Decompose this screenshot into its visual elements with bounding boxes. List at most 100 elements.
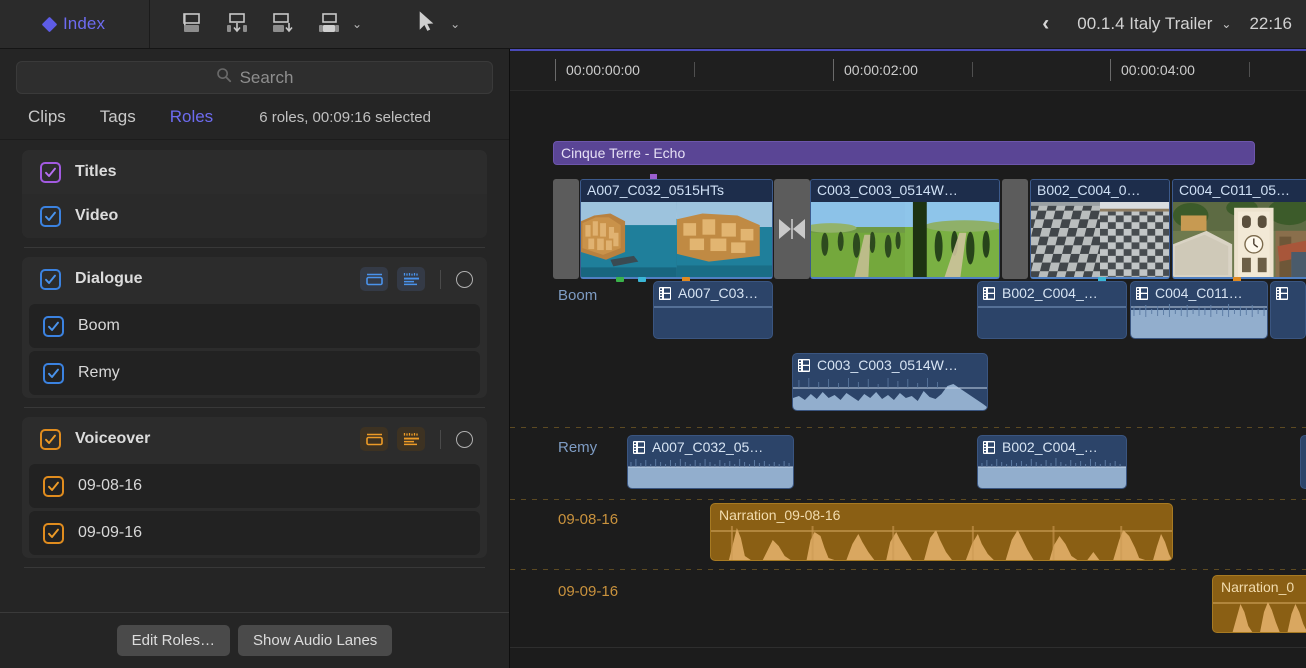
checkbox-09-08-16[interactable] (43, 476, 64, 497)
audio-clip-narration-09-09-16[interactable]: Narration_0 (1212, 575, 1306, 633)
video-clip-4[interactable]: C004_C011_05… (1172, 179, 1306, 279)
role-row-09-08-16[interactable]: 09-08-16 (29, 464, 480, 508)
checkbox-boom[interactable] (43, 316, 64, 337)
clip-marker-blue (638, 277, 646, 282)
sidebar-footer: Edit Roles… Show Audio Lanes (0, 612, 509, 668)
tab-tags[interactable]: Tags (100, 107, 136, 127)
role-row-titles[interactable]: Titles (22, 150, 487, 194)
show-audio-lanes-button[interactable]: Show Audio Lanes (238, 625, 392, 656)
timeline-index-sidebar: Search Clips Tags Roles 6 roles, 00:09:1… (0, 49, 510, 668)
lane-label-remy: Remy (558, 439, 597, 456)
title-clip-cinque-terre[interactable]: Cinque Terre - Echo (553, 141, 1255, 165)
video-clip-thumbnails (1031, 202, 1169, 277)
solo-circle-icon[interactable] (456, 271, 473, 288)
video-clip-2[interactable]: C003_C003_0514W… (810, 179, 1000, 279)
timeline-ruler[interactable]: 00:00:00:00 00:00:02:00 00:00:04:00 (510, 51, 1306, 91)
search-field[interactable]: Search (16, 61, 493, 94)
role-row-boom[interactable]: Boom (29, 304, 480, 348)
project-chevron-down-icon[interactable]: ⌄ (1221, 17, 1231, 31)
clip-marker-green (616, 277, 624, 282)
minimize-lane-icon[interactable] (360, 267, 388, 291)
checkbox-09-09-16[interactable] (43, 523, 64, 544)
connect-to-primary-storyline-icon[interactable] (176, 9, 206, 39)
audio-clip-label: Narration_09-08-16 (711, 504, 1172, 528)
role-group-voiceover: Voiceover (22, 417, 487, 558)
audio-clip-remy-2[interactable]: B002_C004_… (977, 435, 1127, 489)
insert-clip-icon[interactable] (222, 9, 252, 39)
role-row-video[interactable]: Video (22, 194, 487, 238)
video-clip-3[interactable]: B002_C004_0… (1030, 179, 1170, 279)
group-divider-1 (24, 247, 485, 248)
timeline-panel[interactable]: 00:00:00:00 00:00:02:00 00:00:04:00 Cinq… (510, 49, 1306, 668)
final-cut-pro-window: Index (0, 0, 1306, 668)
edit-roles-button[interactable]: Edit Roles… (117, 625, 230, 656)
checkbox-video[interactable] (40, 206, 61, 227)
audio-waveform (654, 304, 772, 338)
index-button[interactable]: Index (0, 0, 150, 48)
checkbox-remy[interactable] (43, 363, 64, 384)
audio-clip-remy-3-partial[interactable] (1300, 435, 1306, 489)
roles-list[interactable]: Titles Video (0, 140, 509, 612)
video-clip-label: B002_C004_0… (1031, 180, 1169, 202)
role-row-dialogue[interactable]: Dialogue (22, 257, 487, 301)
tab-clips[interactable]: Clips (28, 107, 66, 127)
video-clip-thumbnails (1173, 202, 1306, 277)
video-clip-label: C004_C011_05… (1173, 180, 1306, 202)
film-strip-icon (983, 287, 995, 300)
ruler-tick-major (1110, 59, 1111, 81)
audio-clip-boom-1[interactable]: A007_C03… (653, 281, 773, 339)
select-tool-group[interactable]: ⌄ (414, 9, 460, 39)
audio-waveform (793, 376, 987, 410)
audio-clip-label: Narration_0 (1213, 576, 1306, 600)
role-row-remy[interactable]: Remy (29, 351, 480, 395)
film-strip-icon (1276, 287, 1288, 300)
thumbnail (905, 202, 999, 277)
transition-cross-dissolve[interactable] (774, 179, 810, 279)
role-label-video: Video (75, 207, 118, 225)
audio-clip-narration-09-08-16[interactable]: Narration_09-08-16 (710, 503, 1173, 561)
audio-waveform-icon[interactable] (397, 267, 425, 291)
gap-clip-left[interactable] (553, 179, 579, 279)
role-group-video: Titles Video (22, 150, 487, 238)
back-chevron-icon[interactable]: ‹ (1042, 12, 1077, 36)
thumbnail (677, 202, 773, 277)
role-row-09-09-16[interactable]: 09-09-16 (29, 511, 480, 555)
audio-clip-label: C004_C011… (1131, 282, 1267, 306)
gap-clip-middle[interactable] (1002, 179, 1028, 279)
dialogue-role-actions (360, 267, 473, 291)
solo-circle-icon-2[interactable] (456, 431, 473, 448)
film-strip-icon (983, 441, 995, 454)
audio-clip-remy-1[interactable]: A007_C032_05… (627, 435, 794, 489)
lane-separator-dotted-2 (510, 499, 1306, 500)
checkbox-titles[interactable] (40, 162, 61, 183)
search-container: Search (0, 49, 509, 94)
role-label-dialogue: Dialogue (75, 270, 143, 288)
audio-clip-label: A007_C032_05… (628, 436, 793, 460)
audio-clip-boom-4-partial[interactable] (1270, 281, 1306, 339)
audio-waveform-icon-2[interactable] (397, 427, 425, 451)
append-to-storyline-icon[interactable] (268, 9, 298, 39)
role-group-dialogue: Dialogue (22, 257, 487, 398)
role-label-boom: Boom (78, 317, 120, 335)
ruler-tick-minor (694, 62, 695, 77)
ruler-tick-major (833, 59, 834, 81)
minimize-lane-icon-2[interactable] (360, 427, 388, 451)
audio-clip-boom-2[interactable]: B002_C004_… (977, 281, 1127, 339)
checkbox-voiceover[interactable] (40, 429, 61, 450)
lane-separator-bottom (510, 647, 1306, 648)
audio-clip-boom-3[interactable]: C004_C011… (1130, 281, 1268, 339)
role-row-voiceover[interactable]: Voiceover (22, 417, 487, 461)
film-strip-icon (659, 287, 671, 300)
audio-clip-c003[interactable]: C003_C003_0514W… (792, 353, 988, 411)
checkbox-dialogue[interactable] (40, 269, 61, 290)
chevron-down-icon-2[interactable]: ⌄ (450, 17, 460, 31)
tab-roles[interactable]: Roles (170, 107, 213, 127)
role-label-titles: Titles (75, 163, 117, 181)
chevron-down-icon[interactable]: ⌄ (352, 17, 362, 31)
arrow-pointer-icon[interactable] (414, 9, 444, 39)
toolbar-right-group: ‹ 00.1.4 Italy Trailer ⌄ 22:16 (1042, 0, 1306, 48)
video-clip-1[interactable]: A007_C032_0515HTs (580, 179, 773, 279)
video-clip-thumbnails (581, 202, 772, 277)
overwrite-clip-icon[interactable] (314, 9, 344, 39)
timeline-lanes[interactable]: Cinque Terre - Echo A007_C032_0515HTs (510, 91, 1306, 668)
